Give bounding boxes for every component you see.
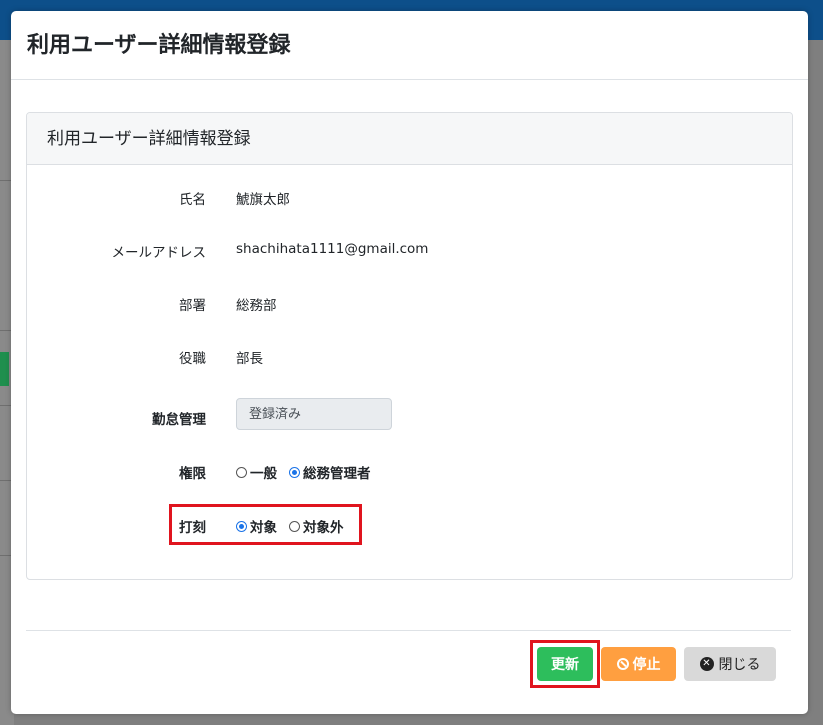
close-button[interactable]: ✕ 閉じる <box>684 647 776 681</box>
footer-divider <box>26 630 791 631</box>
modal-header: 利用ユーザー詳細情報登録 <box>11 11 808 80</box>
authority-option-label: 総務管理者 <box>303 466 371 482</box>
user-detail-modal: 利用ユーザー詳細情報登録 利用ユーザー詳細情報登録 氏名 鯱旗太郎 メールアドレ… <box>11 11 808 714</box>
authority-option-label: 一般 <box>250 466 277 482</box>
close-button-label: 閉じる <box>718 657 761 673</box>
card-title: 利用ユーザー詳細情報登録 <box>47 129 251 149</box>
name-label: 氏名 <box>179 192 206 208</box>
radio-checked-icon[interactable] <box>289 466 300 478</box>
department-label: 部署 <box>179 298 206 314</box>
attendance-input[interactable]: 登録済み <box>236 398 392 430</box>
update-button[interactable]: 更新 <box>537 647 593 681</box>
close-circle-icon: ✕ <box>699 657 714 671</box>
detail-card: 利用ユーザー詳細情報登録 氏名 鯱旗太郎 メールアドレス shachihata1… <box>26 112 793 580</box>
authority-option-admin[interactable]: 総務管理者 <box>289 462 371 482</box>
radio-unchecked-icon[interactable] <box>236 466 247 478</box>
department-value: 総務部 <box>236 298 277 314</box>
name-value: 鯱旗太郎 <box>236 192 290 208</box>
background-green-button <box>0 352 9 386</box>
ban-icon <box>616 658 629 670</box>
attendance-label: 勤怠管理 <box>152 412 206 428</box>
modal-title: 利用ユーザー詳細情報登録 <box>27 33 291 58</box>
authority-radio-group: 一般 総務管理者 <box>236 462 383 482</box>
email-label: メールアドレス <box>111 245 207 261</box>
stamp-highlight-box <box>169 504 362 545</box>
authority-option-general[interactable]: 一般 <box>236 462 277 482</box>
card-header: 利用ユーザー詳細情報登録 <box>27 113 792 165</box>
position-value: 部長 <box>236 351 263 367</box>
update-button-label: 更新 <box>551 657 579 673</box>
email-value: shachihata1111@gmail.com <box>236 241 429 257</box>
stop-button-label: 停止 <box>632 657 661 673</box>
position-label: 役職 <box>179 351 206 367</box>
authority-label: 権限 <box>179 466 206 482</box>
stop-button[interactable]: 停止 <box>601 647 676 681</box>
